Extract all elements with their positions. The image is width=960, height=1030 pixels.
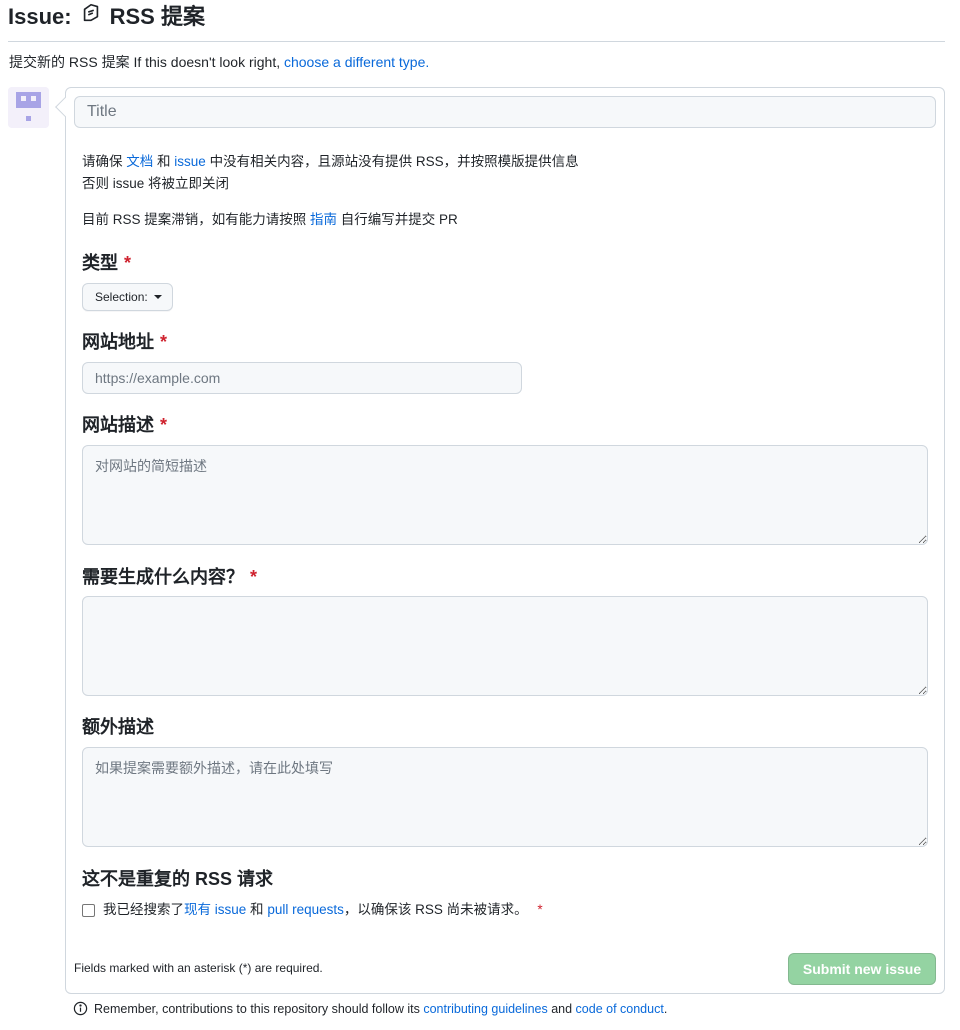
- extra-textarea[interactable]: [82, 747, 928, 847]
- extra-label: 额外描述: [82, 717, 154, 737]
- duplicate-confirm-row: 我已经搜索了现有 issue 和 pull requests，以确保该 RSS …: [82, 900, 543, 920]
- type-select[interactable]: Selection:: [82, 283, 173, 311]
- docs-link[interactable]: 文档: [126, 154, 153, 169]
- intro-text: 和: [157, 154, 171, 169]
- avatar[interactable]: [8, 87, 49, 128]
- required-mark: *: [537, 902, 543, 917]
- intro-text: 自行编写并提交 PR: [340, 212, 458, 227]
- content-label-text: 需要生成什么内容？: [82, 567, 244, 587]
- issue-type-note: 提交新的 RSS 提案 If this doesn't look right, …: [9, 52, 429, 72]
- submit-new-issue-button[interactable]: Submit new issue: [788, 953, 936, 985]
- url-label: 网站地址 *: [82, 330, 167, 354]
- intro-text: 目前 RSS 提案滞销，如有能力请按照: [82, 212, 307, 227]
- title-prefix: Issue:: [8, 4, 72, 29]
- type-note-text: 提交新的 RSS 提案 If this doesn't look right,: [9, 54, 281, 70]
- contribution-text: Remember, contributions to this reposito…: [94, 1002, 667, 1016]
- checkbox-label: 我已经搜索了现有 issue 和 pull requests，以确保该 RSS …: [103, 900, 543, 920]
- required-mark: *: [160, 332, 168, 352]
- choose-different-type-link[interactable]: choose a different type.: [284, 54, 429, 70]
- intro-line-1: 请确保 文档 和 issue 中没有相关内容，且源站没有提供 RSS，并按照模版…: [82, 151, 579, 173]
- intro-text: 中没有相关内容，且源站没有提供 RSS，并按照模版提供信息: [209, 154, 579, 169]
- memo-icon: [80, 2, 102, 32]
- required-mark: *: [160, 415, 168, 435]
- description-label-text: 网站描述: [82, 415, 154, 435]
- content-label: 需要生成什么内容？ *: [82, 565, 257, 589]
- title-name: RSS 提案: [109, 4, 205, 29]
- existing-issue-link[interactable]: 现有 issue: [184, 902, 246, 917]
- required-mark: *: [250, 567, 258, 587]
- url-label-text: 网站地址: [82, 332, 154, 352]
- type-label: 类型 *: [82, 251, 131, 275]
- issue-link[interactable]: issue: [174, 154, 206, 169]
- required-fields-note: Fields marked with an asterisk (*) are r…: [74, 961, 323, 975]
- checkbox-text: ，以确保该 RSS 尚未被请求。: [343, 902, 528, 917]
- guide-link[interactable]: 指南: [310, 212, 337, 227]
- caret-down-icon: [153, 295, 162, 299]
- title-input[interactable]: [74, 96, 936, 128]
- checkbox-text: 我已经搜索了: [103, 902, 184, 917]
- checkbox-text: 和: [250, 902, 264, 917]
- contribution-note: Remember, contributions to this reposito…: [73, 1001, 667, 1016]
- page-title: Issue: RSS 提案: [8, 2, 205, 32]
- code-of-conduct-link[interactable]: code of conduct: [576, 1002, 664, 1016]
- intro-line-2: 否则 issue 将被立即关闭: [82, 176, 230, 191]
- pull-requests-link[interactable]: pull requests: [267, 902, 344, 917]
- required-mark: *: [124, 253, 132, 273]
- contrib-text: .: [663, 1001, 668, 1016]
- description-textarea[interactable]: [82, 445, 928, 545]
- contrib-text: Remember, contributions to this reposito…: [94, 1001, 420, 1016]
- duplicate-heading: 这不是重复的 RSS 请求: [82, 869, 274, 889]
- contributing-guidelines-link[interactable]: contributing guidelines: [423, 1002, 547, 1016]
- type-label-text: 类型: [82, 253, 118, 273]
- content-textarea[interactable]: [82, 596, 928, 696]
- description-label: 网站描述 *: [82, 413, 167, 437]
- contrib-text: and: [551, 1001, 573, 1016]
- type-select-value: Selection:: [95, 290, 148, 304]
- duplicate-checkbox[interactable]: [82, 903, 95, 917]
- intro-line-3: 目前 RSS 提案滞销，如有能力请按照 指南 自行编写并提交 PR: [82, 209, 458, 231]
- url-input[interactable]: [82, 362, 522, 394]
- title-divider: [8, 41, 945, 42]
- info-icon: [73, 1001, 88, 1016]
- intro-text: 请确保: [82, 154, 123, 169]
